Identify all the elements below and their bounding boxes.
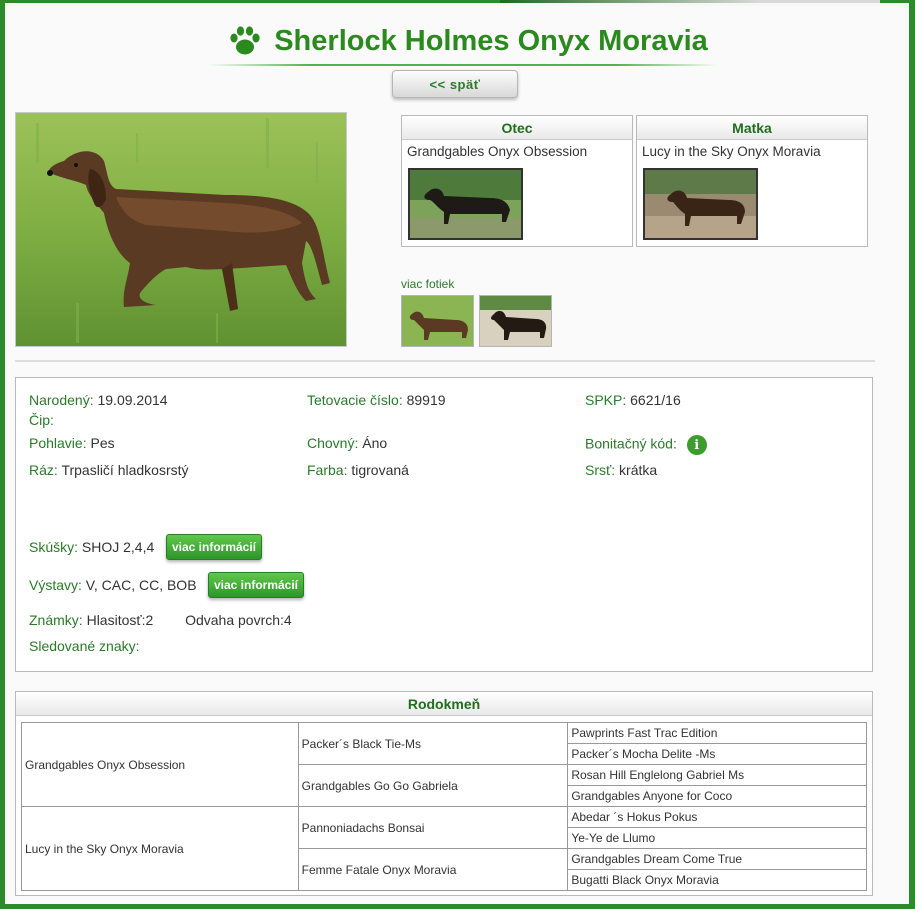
shows-value: V, CAC, CC, BOB [85, 577, 197, 593]
coat-label: Srsť: [585, 462, 616, 478]
breeding-value: Áno [362, 435, 388, 451]
color-field: Farba: tigrovaná [307, 462, 409, 478]
pedigree-dam[interactable]: Lucy in the Sky Onyx Moravia [21, 806, 299, 891]
exams-value: SHOJ 2,4,4 [81, 539, 155, 555]
color-label: Farba: [307, 462, 348, 478]
pedigree-gen3-5[interactable]: Abedar ´s Hokus Pokus [567, 806, 867, 828]
born-field: Narodený: 19.09.2014 [29, 392, 168, 408]
marks-label: Známky: [29, 612, 83, 628]
exams-field: Skúšky: SHOJ 2,4,4 [29, 539, 154, 555]
born-label: Narodený: [29, 392, 94, 408]
mother-panel: Matka Lucy in the Sky Onyx Moravia [636, 115, 868, 247]
spkp-label: SPKP: [585, 392, 627, 408]
bonitation-label: Bonitačný kód: [585, 435, 677, 452]
pedigree-sire-sire[interactable]: Packer´s Black Tie-Ms [297, 722, 569, 765]
variety-label: Ráz: [29, 462, 58, 478]
born-value: 19.09.2014 [97, 392, 168, 408]
chip-label: Čip: [29, 412, 54, 428]
title-bar: Sherlock Holmes Onyx Moravia [208, 20, 728, 62]
exams-label: Skúšky: [29, 539, 79, 555]
mother-heading: Matka [637, 116, 867, 140]
table-row: Lucy in the Sky Onyx Moravia Pannoniadac… [21, 806, 867, 891]
father-heading: Otec [402, 116, 632, 140]
pedigree-gen3-8[interactable]: Bugatti Black Onyx Moravia [567, 869, 867, 891]
pedigree-table: Grandgables Onyx Obsession Packer´s Blac… [21, 722, 867, 891]
page-content: Sherlock Holmes Onyx Moravia << späť Ote… [8, 6, 905, 906]
sex-label: Pohlavie: [29, 435, 87, 451]
section-divider [15, 360, 875, 362]
pedigree-gen3-4[interactable]: Grandgables Anyone for Coco [567, 785, 867, 807]
pedigree-panel: Rodokmeň Grandgables Onyx Obsession Pack… [15, 691, 873, 896]
father-panel: Otec Grandgables Onyx Obsession [401, 115, 633, 247]
coat-field: Srsť: krátka [585, 462, 657, 478]
pedigree-gen3-1[interactable]: Pawprints Fast Trac Edition [567, 722, 867, 744]
back-button[interactable]: << späť [392, 70, 518, 98]
more-photos-label[interactable]: viac fotiek [401, 277, 454, 291]
pedigree-gen3-7[interactable]: Grandgables Dream Come True [567, 848, 867, 870]
sex-value: Pes [90, 435, 115, 451]
coat-value: krátka [619, 462, 658, 478]
spkp-value: 6621/16 [630, 392, 681, 408]
tracked-field: Sledované znaky: [29, 638, 140, 654]
variety-value: Trpasličí hladkosrstý [61, 462, 189, 478]
pedigree-gen3-3[interactable]: Rosan Hill Englelong Gabriel Ms [567, 764, 867, 786]
tracked-label: Sledované znaky: [29, 638, 140, 654]
pedigree-dam-dam[interactable]: Femme Fatale Onyx Moravia [297, 848, 569, 891]
pedigree-heading: Rodokmeň [16, 692, 872, 716]
footer-strip [0, 904, 915, 909]
marks-value-loudness: Hlasitosť:2 [86, 612, 154, 628]
shows-label: Výstavy: [29, 577, 82, 593]
dog-details-panel: Narodený: 19.09.2014 Čip: Pohlavie: Pes … [15, 377, 873, 672]
main-dog-photo[interactable] [15, 112, 347, 347]
color-value: tigrovaná [351, 462, 409, 478]
shows-field: Výstavy: V, CAC, CC, BOB [29, 577, 197, 593]
pedigree-gen3-6[interactable]: Ye-Ye de Llumo [567, 827, 867, 849]
gallery-thumb-1[interactable] [401, 295, 474, 347]
chip-field: Čip: [29, 412, 54, 428]
marks-value-courage: Odvaha povrch:4 [185, 612, 292, 628]
table-row: Grandgables Onyx Obsession Packer´s Blac… [21, 722, 867, 807]
variety-field: Ráz: Trpasličí hladkosrstý [29, 462, 189, 478]
pedigree-sire[interactable]: Grandgables Onyx Obsession [21, 722, 299, 807]
pedigree-gen3-2[interactable]: Packer´s Mocha Delite -Ms [567, 743, 867, 765]
sex-field: Pohlavie: Pes [29, 435, 115, 451]
pedigree-dam-sire[interactable]: Pannoniadachs Bonsai [297, 806, 569, 849]
mother-name[interactable]: Lucy in the Sky Onyx Moravia [637, 140, 867, 164]
breeding-field: Chovný: Áno [307, 435, 387, 451]
page-title: Sherlock Holmes Onyx Moravia [274, 24, 708, 57]
gallery-thumb-2[interactable] [479, 295, 552, 347]
paw-icon [230, 26, 260, 55]
tattoo-value: 89919 [406, 392, 446, 408]
mother-photo[interactable] [643, 168, 758, 240]
top-strip [0, 0, 915, 3]
tattoo-field: Tetovacie číslo: 89919 [307, 392, 446, 408]
info-icon[interactable]: i [686, 435, 707, 455]
tattoo-label: Tetovacie číslo: [307, 392, 403, 408]
marks-field: Známky: Hlasitosť:2 Odvaha povrch:4 [29, 612, 292, 628]
breeding-label: Chovný: [307, 435, 359, 451]
pedigree-sire-dam[interactable]: Grandgables Go Go Gabriela [297, 764, 569, 807]
bonitation-field: Bonitačný kód: i [585, 435, 707, 455]
father-photo[interactable] [408, 168, 523, 240]
exams-more-info-button[interactable]: viac informácií [166, 534, 262, 560]
father-name[interactable]: Grandgables Onyx Obsession [402, 140, 632, 164]
shows-more-info-button[interactable]: viac informácií [208, 572, 304, 598]
title-divider [208, 64, 718, 66]
spkp-field: SPKP: 6621/16 [585, 392, 681, 408]
